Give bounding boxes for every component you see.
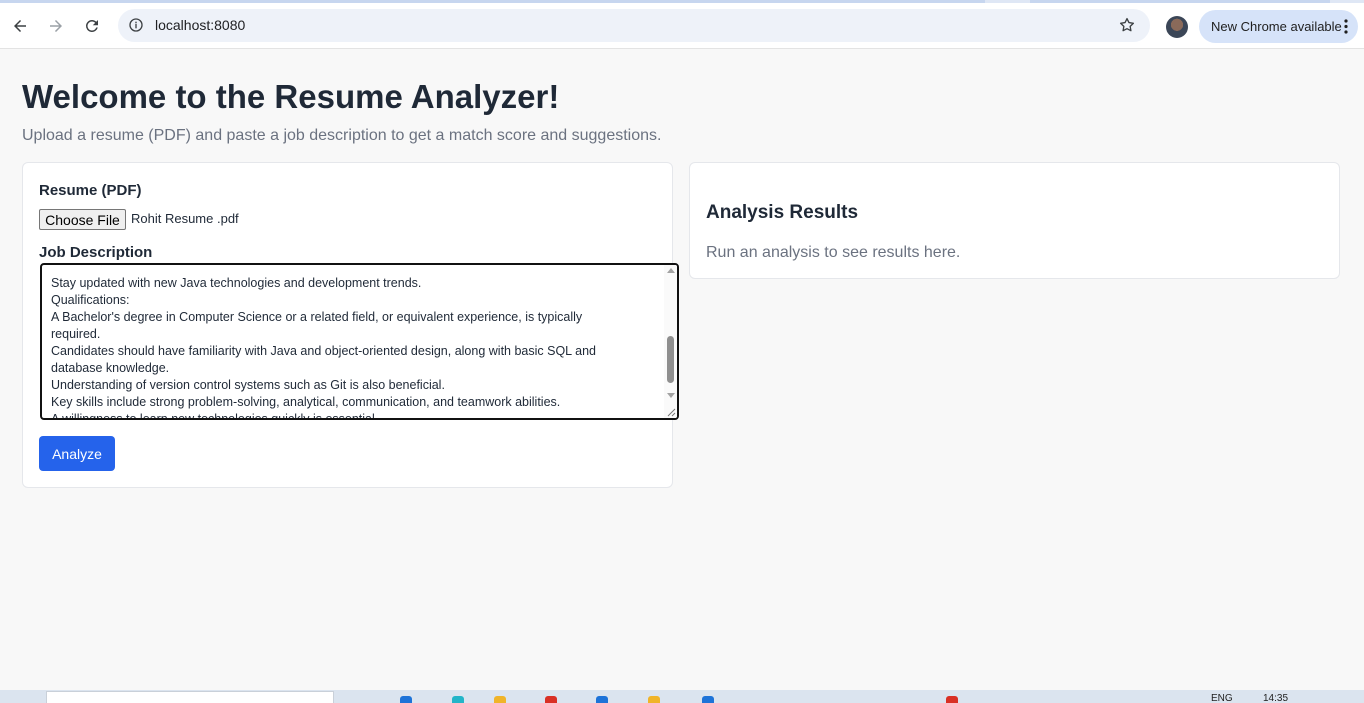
results-placeholder: Run an analysis to see results here. bbox=[706, 244, 961, 261]
textarea-scrollbar[interactable] bbox=[664, 265, 677, 418]
address-bar[interactable]: localhost:8080 bbox=[118, 9, 1150, 42]
language-indicator[interactable]: ENG bbox=[1211, 693, 1233, 703]
app-icon[interactable] bbox=[494, 696, 506, 703]
reload-icon bbox=[85, 19, 98, 32]
arrow-left-icon bbox=[14, 20, 26, 32]
folder-icon[interactable] bbox=[648, 696, 660, 703]
page-title: Welcome to the Resume Analyzer! bbox=[22, 78, 560, 115]
job-description-textarea[interactable]: Stay updated with new Java technologies … bbox=[40, 263, 679, 420]
app-icon[interactable] bbox=[400, 696, 412, 703]
selected-file-name: Rohit Resume .pdf bbox=[131, 211, 239, 226]
chrome-update-label: New Chrome available bbox=[1211, 19, 1342, 34]
textarea-line: database knowledge. bbox=[51, 361, 170, 375]
star-icon[interactable] bbox=[1118, 16, 1136, 34]
app-icon[interactable] bbox=[452, 696, 464, 703]
profile-avatar[interactable] bbox=[1166, 16, 1188, 38]
app-icon[interactable] bbox=[596, 696, 608, 703]
page-subtitle: Upload a resume (PDF) and paste a job de… bbox=[22, 127, 662, 144]
analyzer-form-card: Resume (PDF) Choose File Rohit Resume .p… bbox=[22, 162, 679, 488]
back-button[interactable] bbox=[6, 12, 34, 40]
textarea-line: A Bachelor's degree in Computer Science … bbox=[51, 310, 583, 324]
taskbar-search-box[interactable] bbox=[46, 691, 334, 703]
textarea-line: Candidates should have familiarity with … bbox=[51, 344, 596, 358]
textarea-line: Key skills include strong problem-solvin… bbox=[51, 395, 561, 409]
job-description-label: Job Description bbox=[39, 244, 153, 261]
scroll-up-icon[interactable] bbox=[667, 268, 675, 273]
clock[interactable]: 14:35 bbox=[1263, 693, 1288, 703]
textarea-line: Understanding of version control systems… bbox=[51, 378, 445, 392]
scrollbar-thumb[interactable] bbox=[667, 336, 674, 383]
os-taskbar: ENG 14:35 bbox=[0, 690, 1364, 703]
forward-button[interactable] bbox=[42, 12, 70, 40]
chrome-icon[interactable] bbox=[545, 696, 557, 703]
textarea-line: required. bbox=[51, 327, 101, 341]
job-description-text: Stay updated with new Java technologies … bbox=[51, 265, 657, 420]
resume-label: Resume (PDF) bbox=[39, 182, 142, 199]
textarea-line-cut bbox=[51, 265, 657, 275]
results-title: Analysis Results bbox=[706, 202, 859, 223]
analyze-button[interactable]: Analyze bbox=[39, 436, 115, 471]
arrow-right-icon bbox=[50, 20, 62, 32]
browser-toolbar: localhost:8080 New Chrome available bbox=[0, 3, 1364, 49]
info-icon[interactable] bbox=[128, 17, 144, 33]
resize-grip-icon[interactable] bbox=[666, 407, 676, 417]
reload-button[interactable] bbox=[78, 12, 106, 40]
scroll-down-icon[interactable] bbox=[667, 393, 675, 398]
app-icon[interactable] bbox=[946, 696, 958, 703]
url-text[interactable]: localhost:8080 bbox=[155, 17, 245, 33]
textarea-line: A willingness to learn new technologies … bbox=[51, 412, 379, 420]
choose-file-button[interactable]: Choose File bbox=[39, 209, 126, 230]
textarea-line: Stay updated with new Java technologies … bbox=[51, 276, 422, 290]
analysis-results-card: Analysis Results Run an analysis to see … bbox=[689, 162, 1340, 279]
app-icon[interactable] bbox=[702, 696, 714, 703]
chrome-update-button[interactable]: New Chrome available bbox=[1199, 10, 1358, 43]
textarea-line: Qualifications: bbox=[51, 293, 130, 307]
kebab-menu-icon bbox=[1344, 19, 1348, 34]
